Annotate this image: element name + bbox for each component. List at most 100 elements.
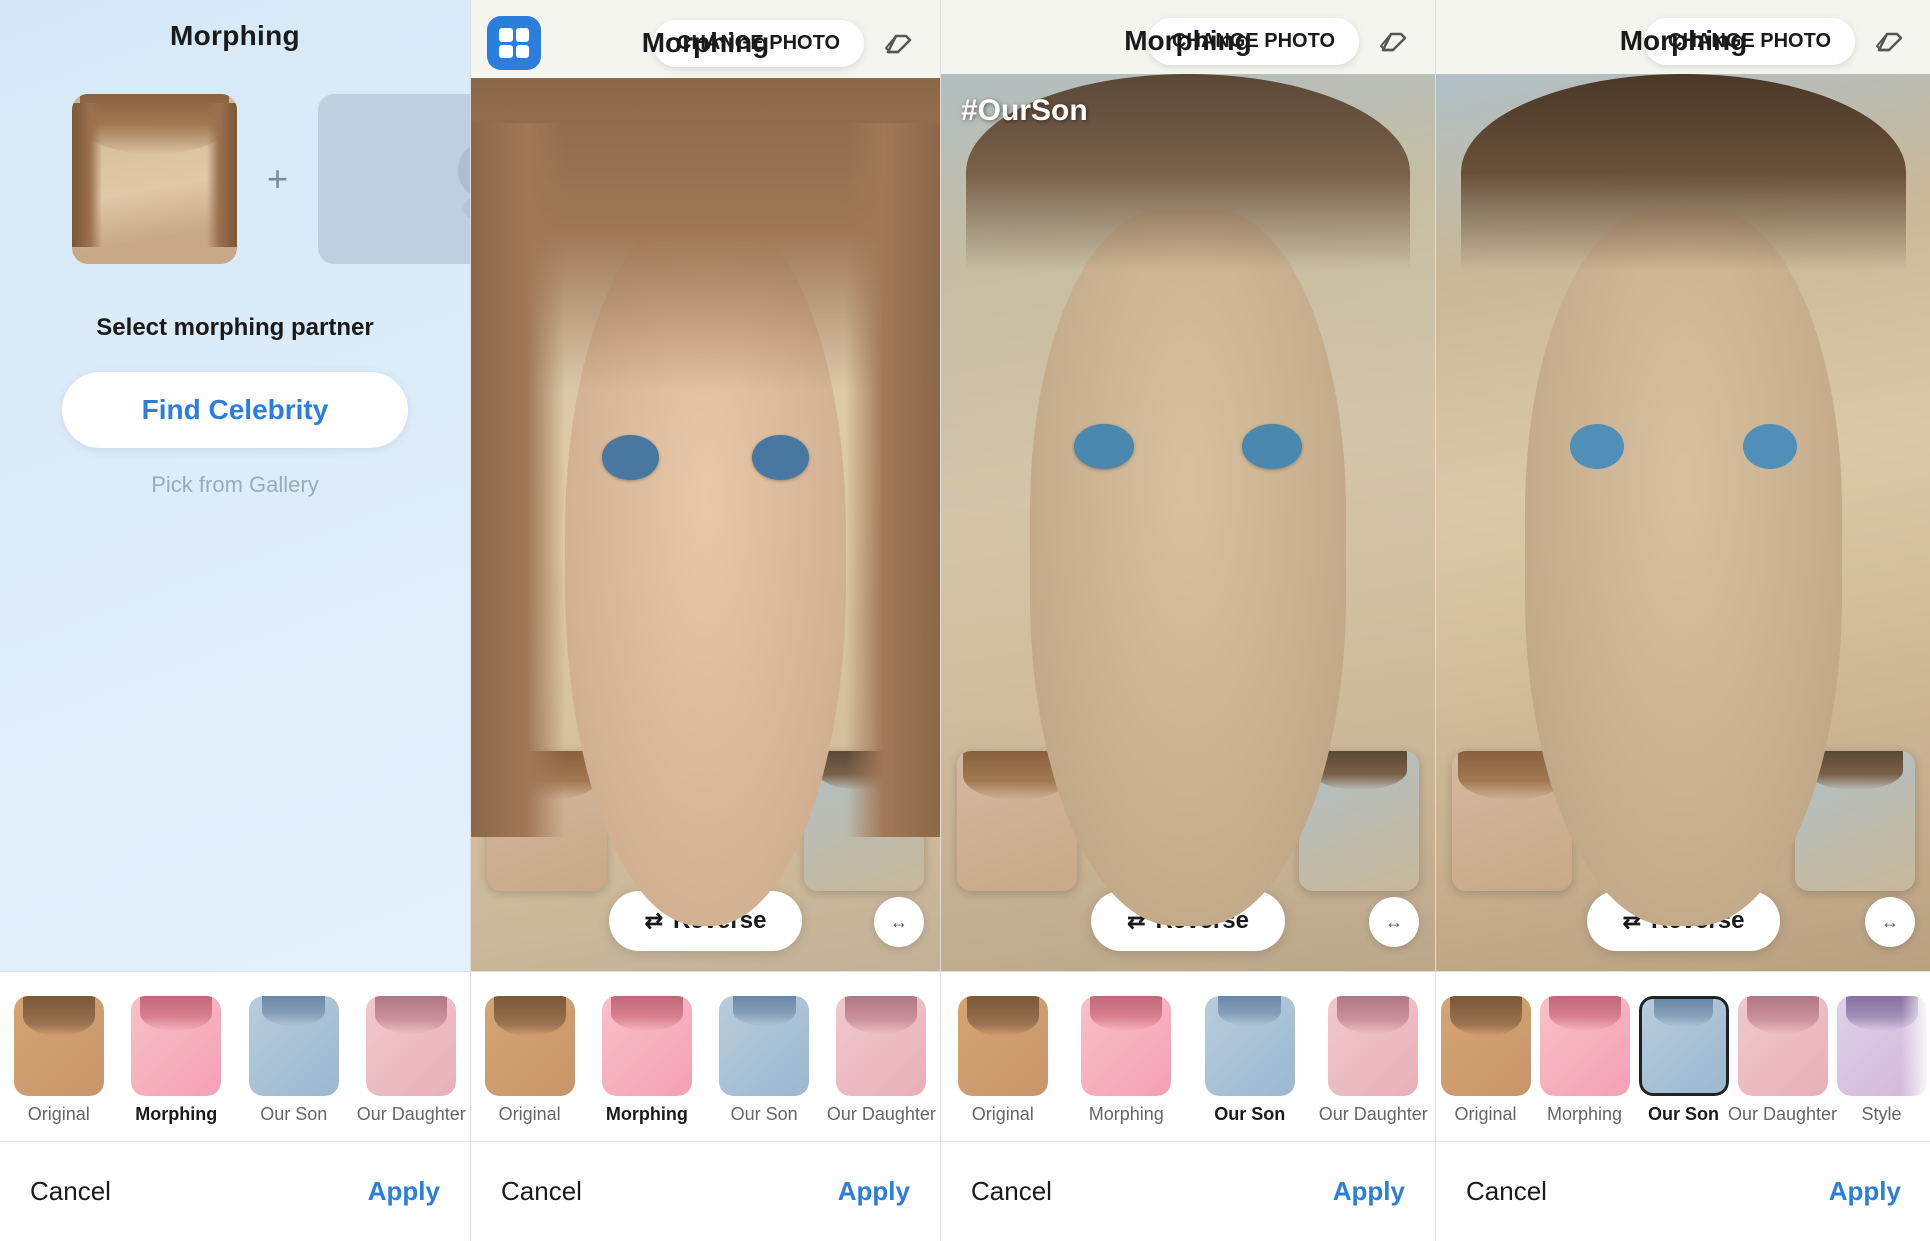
face-oval-man-3b — [1525, 209, 1842, 927]
tab-label-ourson-p1: Our Son — [260, 1104, 327, 1125]
panel-3a: Morphing CHANGE PHOTO — [941, 0, 1436, 1241]
tab-label-daughter-p1: Our Daughter — [357, 1104, 466, 1125]
hair-sides-left-woman — [471, 123, 565, 837]
tab-original-p3b[interactable]: Original — [1436, 972, 1535, 1141]
morph-photos-row: + — [72, 94, 398, 264]
tab-thumb-original-p3b — [1441, 996, 1531, 1096]
panel-3b-topbar: Morphing CHANGE PHOTO — [1436, 0, 1930, 74]
eye-left-man — [1074, 424, 1133, 469]
panel-1-action-bar: Cancel Apply — [0, 1141, 470, 1241]
grid-icon — [499, 28, 529, 58]
panel-1-content: + Select morphing partner Find Celebrity… — [0, 64, 470, 971]
tab-label-original-p3b: Original — [1454, 1104, 1516, 1125]
panel-3b-action-bar: Cancel Apply — [1436, 1141, 1930, 1241]
panel-2-tabs: Original Morphing Our Son — [471, 971, 940, 1141]
tab-thumb-style-p3b — [1837, 996, 1927, 1096]
tab-morphing-p3b[interactable]: Morphing — [1535, 972, 1634, 1141]
eye-right-man-3b — [1743, 424, 1797, 469]
tab-thumb-morphing-p3a — [1081, 996, 1171, 1096]
tab-label-daughter-p3a: Our Daughter — [1319, 1104, 1428, 1125]
grid-view-button[interactable] — [487, 16, 541, 70]
panel-2-topbar: Morphing CHANGE PHOTO — [471, 0, 940, 78]
eye-left-woman — [602, 435, 658, 480]
tab-thumb-daughter-p1 — [366, 996, 456, 1096]
eraser-button-p3b[interactable] — [1865, 16, 1915, 66]
panel-3b-photo-area: ⇄ Reverse ↔ — [1436, 74, 1930, 971]
find-celebrity-button[interactable]: Find Celebrity — [62, 372, 409, 448]
tab-thumb-original-p1 — [14, 996, 104, 1096]
apply-button-p2[interactable]: Apply — [838, 1176, 910, 1207]
grid-cell-3 — [499, 45, 513, 59]
tab-style-p3b[interactable]: Style — [1832, 972, 1930, 1141]
cancel-button-p3b[interactable]: Cancel — [1466, 1176, 1547, 1207]
tab-thumb-original-p3a — [958, 996, 1048, 1096]
tab-daughter-p1[interactable]: Our Daughter — [353, 972, 471, 1141]
tab-label-morphing-p2: Morphing — [606, 1104, 688, 1125]
tab-label-ourson-p2: Our Son — [731, 1104, 798, 1125]
partner-photo-placeholder[interactable] — [318, 94, 470, 264]
tab-ourson-p1[interactable]: Our Son — [235, 972, 353, 1141]
grid-cell-2 — [516, 28, 530, 42]
face-oval-man — [1030, 209, 1346, 927]
tab-ourson-p2[interactable]: Our Son — [706, 972, 823, 1141]
tab-ourson-p3a[interactable]: Our Son — [1188, 972, 1312, 1141]
apply-button-p3a[interactable]: Apply — [1333, 1176, 1405, 1207]
cancel-button-p2[interactable]: Cancel — [501, 1176, 582, 1207]
panel-1-tabs: Original Morphing Our Son — [0, 971, 470, 1141]
panel-2: Morphing CHANGE PHOTO — [470, 0, 940, 1241]
panel-3b-tabs: Original Morphing — [1436, 971, 1930, 1141]
panel-3a-photo-area: #OurSon — [941, 74, 1435, 971]
panel-2-action-bar: Cancel Apply — [471, 1141, 940, 1241]
tab-label-original-p2: Original — [499, 1104, 561, 1125]
panel-3a-title: Morphing — [1124, 25, 1252, 57]
reverse-icon-p2: ⇄ — [645, 908, 663, 934]
tab-thumb-daughter-p2 — [836, 996, 926, 1096]
tab-label-morphing-p1: Morphing — [135, 1104, 217, 1125]
tab-daughter-p3a[interactable]: Our Daughter — [1312, 972, 1436, 1141]
eraser-button-p3a[interactable] — [1369, 16, 1419, 66]
tab-thumb-morphing-p3b — [1540, 996, 1630, 1096]
tab-ourson-p3b[interactable]: Our Son — [1634, 972, 1733, 1141]
eraser-button-p2[interactable] — [874, 18, 924, 68]
cancel-button-p3a[interactable]: Cancel — [971, 1176, 1052, 1207]
eye-right-woman — [752, 435, 808, 480]
tab-daughter-p2[interactable]: Our Daughter — [823, 972, 940, 1141]
hair-top-man-3b — [1461, 74, 1907, 271]
tab-label-ourson-p3b: Our Son — [1648, 1104, 1719, 1125]
panel-3-inner: Morphing CHANGE PHOTO — [941, 0, 1930, 1241]
tab-original-p1[interactable]: Original — [0, 972, 118, 1141]
apply-button-p3b[interactable]: Apply — [1829, 1176, 1901, 1207]
expand-button-p3a[interactable]: ↔ — [1369, 897, 1419, 947]
panel-2-photo-area: ⇄ Reverse ↔ — [471, 78, 940, 971]
tab-label-morphing-p3a: Morphing — [1089, 1104, 1164, 1125]
tab-original-p2[interactable]: Original — [471, 972, 588, 1141]
panel-3: Morphing CHANGE PHOTO — [940, 0, 1930, 1241]
tab-original-p3a[interactable]: Original — [941, 972, 1065, 1141]
tab-thumb-ourson-p1 — [249, 996, 339, 1096]
tab-thumb-daughter-p3a — [1328, 996, 1418, 1096]
tab-morphing-p2[interactable]: Morphing — [588, 972, 705, 1141]
pick-gallery-button[interactable]: Pick from Gallery — [151, 472, 318, 498]
grid-cell-1 — [499, 28, 513, 42]
tab-daughter-p3b[interactable]: Our Daughter — [1733, 972, 1832, 1141]
panel-3a-tabs: Original Morphing — [941, 971, 1435, 1141]
eraser-icon — [882, 26, 916, 60]
panel-1: Morphing + Select morphing part — [0, 0, 470, 1241]
tab-label-style-p3b: Style — [1861, 1104, 1901, 1125]
apply-button-p1[interactable]: Apply — [368, 1176, 440, 1207]
cancel-button-p1[interactable]: Cancel — [30, 1176, 111, 1207]
tab-morphing-p1[interactable]: Morphing — [118, 972, 236, 1141]
expand-button-p3b[interactable]: ↔ — [1865, 897, 1915, 947]
tab-thumb-original-p2 — [485, 996, 575, 1096]
panel-3a-topbar: Morphing CHANGE PHOTO — [941, 0, 1435, 74]
eye-left-man-3b — [1570, 424, 1624, 469]
source-photo[interactable] — [72, 94, 237, 264]
tab-morphing-p3a[interactable]: Morphing — [1065, 972, 1189, 1141]
placeholder-face-icon — [441, 139, 470, 219]
hair-sides-right-woman — [846, 123, 940, 837]
select-partner-label: Select morphing partner — [96, 314, 373, 342]
eraser-icon-p3a — [1377, 24, 1411, 58]
expand-button-p2[interactable]: ↔ — [874, 897, 924, 947]
tab-label-daughter-p2: Our Daughter — [827, 1104, 936, 1125]
panel-3b: Morphing CHANGE PHOTO — [1436, 0, 1930, 1241]
